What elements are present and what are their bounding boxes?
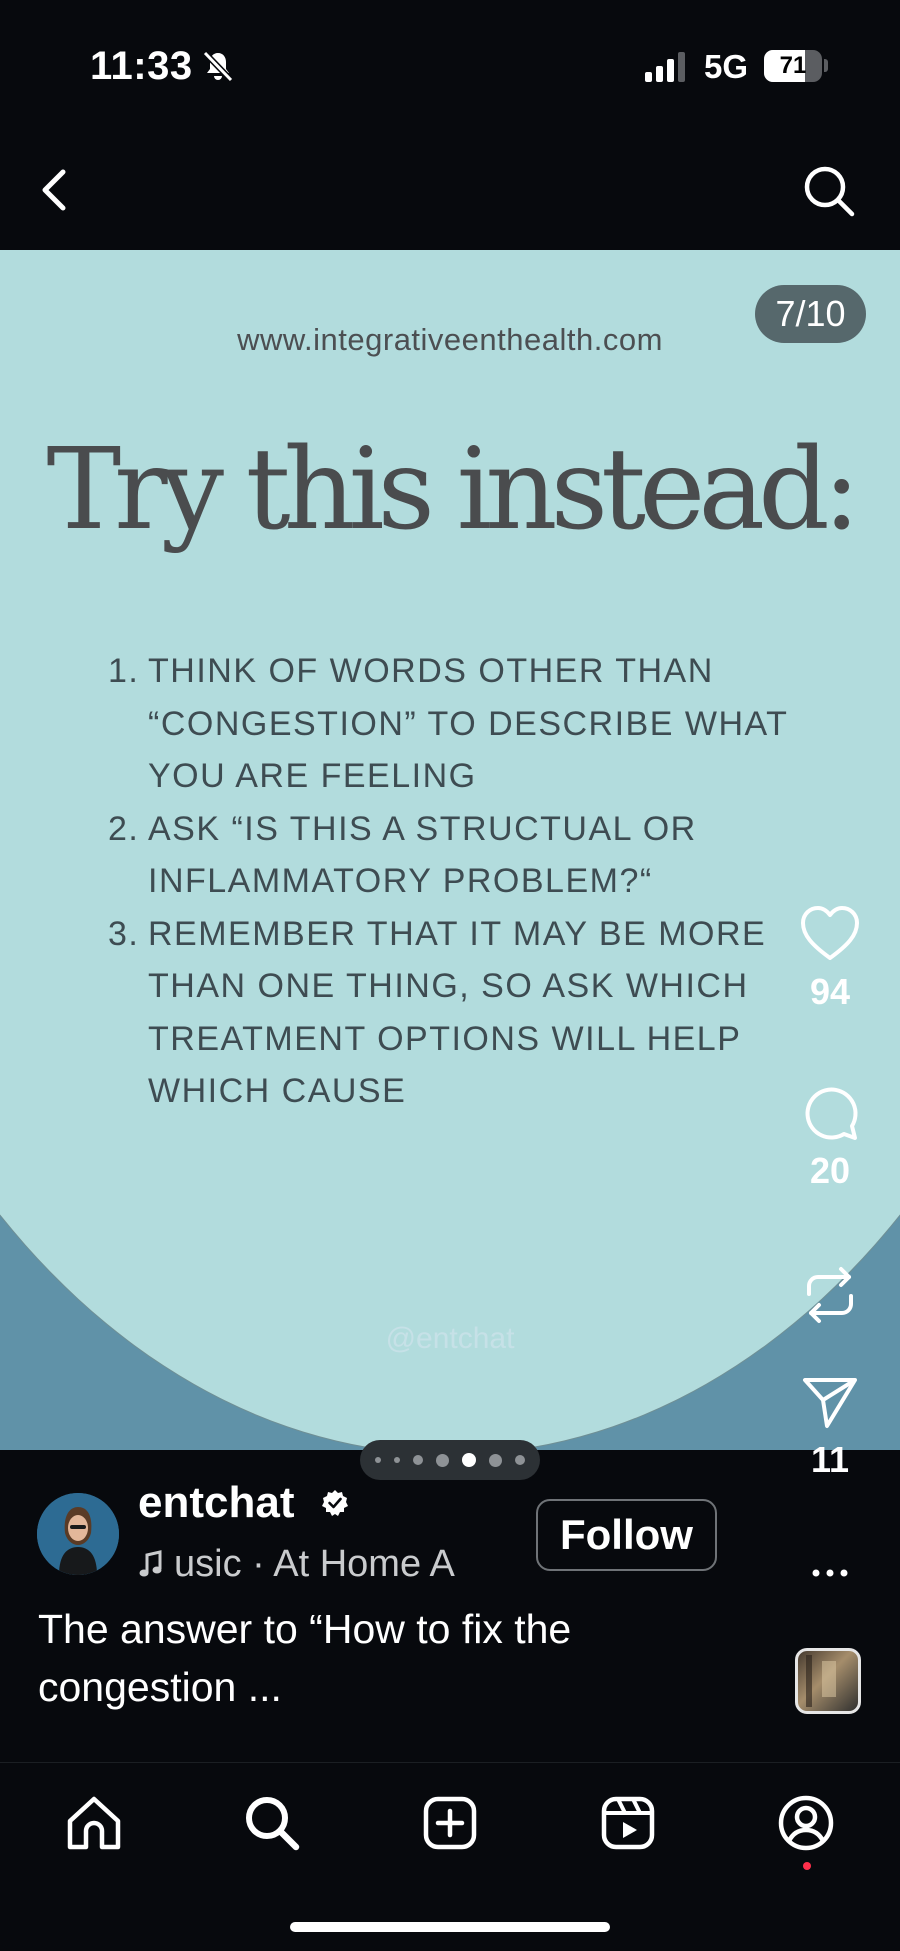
carousel-dot (489, 1453, 502, 1467)
tip-item: 3. REMEMBER THAT IT MAY BE MORE THAN ONE… (108, 908, 788, 1118)
notification-dot (803, 1862, 811, 1870)
repost-button[interactable] (790, 1262, 870, 1328)
battery-nub (824, 59, 828, 72)
carousel-dot (394, 1457, 400, 1463)
post-caption[interactable]: The answer to “How to fix the congestion… (38, 1600, 778, 1716)
home-indicator (290, 1922, 610, 1932)
audio-thumbnail[interactable] (795, 1648, 861, 1714)
create-icon[interactable] (418, 1791, 482, 1855)
top-nav (0, 130, 900, 250)
like-button[interactable]: 94 (790, 905, 870, 1013)
tip-item: 1. THINK OF WORDS OTHER THAN “CONGESTION… (108, 645, 788, 803)
battery-label: 71 (779, 52, 807, 79)
search-tab-icon[interactable] (240, 1791, 304, 1855)
tip-list: 1. THINK OF WORDS OTHER THAN “CONGESTION… (108, 645, 788, 1118)
music-icon (139, 1550, 162, 1577)
post-image[interactable]: 7/10 www.integrativeenthealth.com Try th… (0, 250, 900, 1450)
repost-icon[interactable] (801, 1262, 859, 1328)
post-headline: Try this instead: (46, 425, 860, 555)
carousel-dot (436, 1453, 449, 1467)
search-icon[interactable] (800, 162, 858, 220)
tip-number: 3. (108, 914, 140, 953)
carousel-dot (515, 1455, 525, 1465)
send-icon[interactable] (800, 1375, 860, 1431)
avatar[interactable] (37, 1493, 119, 1575)
tip-number: 2. (108, 809, 140, 848)
carousel-dot (375, 1457, 381, 1463)
carousel-dot (413, 1455, 423, 1465)
carousel-dot-active (462, 1453, 476, 1467)
tip-number: 1. (108, 652, 140, 690)
tip-text: THINK OF WORDS OTHER THAN “CONGESTION” T… (148, 652, 788, 795)
author-name[interactable]: entchat (138, 1478, 294, 1528)
profile-icon[interactable] (774, 1791, 838, 1855)
music-label: usic · At Home A (174, 1542, 455, 1585)
back-icon[interactable] (30, 160, 80, 220)
audio-thumbnail-image (806, 1655, 836, 1707)
more-icon[interactable] (808, 1555, 852, 1591)
home-icon[interactable] (62, 1791, 126, 1855)
avatar-image (37, 1493, 119, 1575)
status-time: 11:33 (90, 44, 193, 88)
verified-icon (322, 1490, 348, 1516)
share-button[interactable]: 11 (790, 1375, 870, 1481)
signal-icon (645, 52, 685, 82)
music-info[interactable]: usic · At Home A (138, 1541, 510, 1587)
comment-button[interactable]: 20 (790, 1082, 870, 1192)
tip-text: REMEMBER THAT IT MAY BE MORE THAN ONE TH… (148, 914, 767, 1111)
bell-slash-icon (202, 50, 234, 83)
follow-button[interactable]: Follow (536, 1499, 717, 1571)
like-count: 94 (809, 971, 851, 1012)
network-label: 5G (704, 48, 749, 85)
battery-indicator: 71 (764, 50, 822, 82)
tip-item: 2. ASK “IS THIS A STRUCTUAL OR INFLAMMAT… (108, 803, 788, 908)
reels-icon[interactable] (596, 1791, 660, 1855)
post-url: www.integrativeenthealth.com (237, 322, 663, 357)
status-bar: 11:33 5G 71 (0, 0, 900, 130)
post-watermark-handle: @entchat (385, 1322, 515, 1355)
comment-icon[interactable] (800, 1082, 860, 1142)
heart-icon[interactable] (799, 905, 861, 963)
carousel-indicator[interactable] (360, 1440, 540, 1480)
comment-count: 20 (809, 1150, 851, 1191)
share-count: 11 (810, 1439, 850, 1480)
tip-text: ASK “IS THIS A STRUCTUAL OR INFLAMMATORY… (148, 809, 697, 901)
